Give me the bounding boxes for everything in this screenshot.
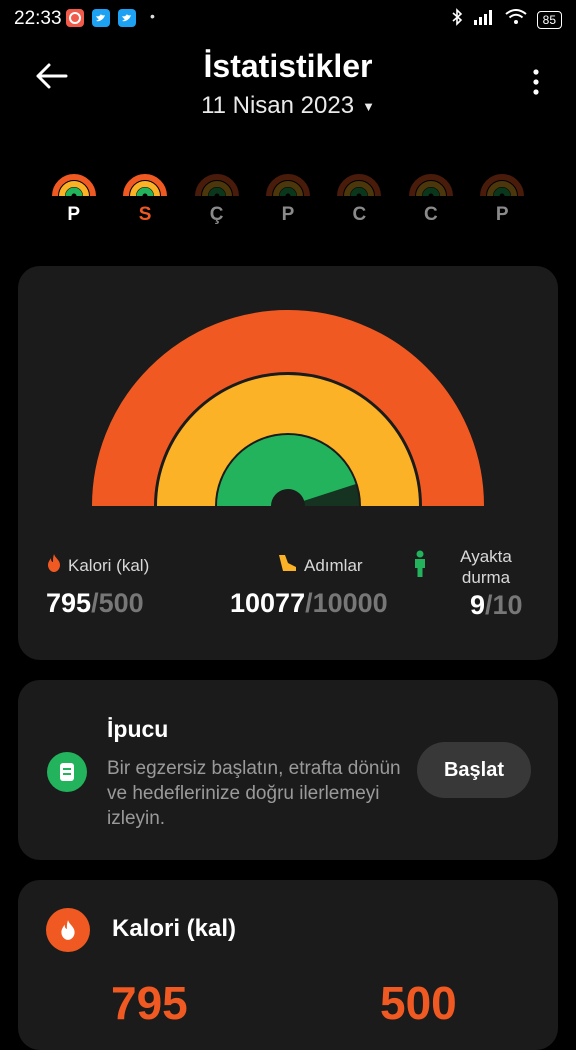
calorie-card-value: 795 — [111, 977, 188, 1029]
twitter-notification-icon — [92, 9, 110, 27]
standing-person-icon — [412, 550, 428, 583]
document-icon — [47, 752, 87, 792]
flame-icon — [46, 908, 90, 952]
steps-target: /10000 — [305, 588, 388, 618]
mini-rings-icon — [337, 174, 382, 196]
twitter-notification-icon-2 — [118, 9, 136, 27]
shoe-icon — [276, 553, 298, 578]
calories-stat: Kalori (kal) 795/500 — [46, 553, 149, 619]
start-button[interactable]: Başlat — [417, 742, 531, 798]
standing-label: Ayakta durma — [460, 547, 512, 587]
calorie-detail-card[interactable]: Kalori (kal) 795 500 — [18, 880, 558, 1050]
mini-rings-icon — [51, 174, 96, 196]
more-notifications-dot: • — [150, 8, 155, 24]
dropdown-caret-icon: ▼ — [362, 99, 375, 115]
calorie-card-target: 500 — [380, 977, 457, 1029]
steps-stat: Adımlar 10077/10000 — [230, 553, 388, 619]
tip-title: İpucu — [107, 716, 169, 742]
day-item[interactable]: P — [467, 168, 538, 226]
steps-value: 10077 — [230, 588, 306, 618]
status-bar: 22:33 • 85 — [0, 0, 576, 36]
mini-rings-icon — [194, 174, 239, 196]
more-options-icon[interactable] — [530, 68, 542, 96]
day-item[interactable]: Ç — [181, 168, 252, 226]
calorie-card-title: Kalori (kal) — [112, 915, 237, 942]
date-label: 11 Nisan 2023 — [201, 92, 355, 119]
page-title: İstatistikler — [203, 48, 373, 84]
battery-indicator: 85 — [536, 10, 562, 29]
day-label: S — [138, 204, 152, 225]
app-notification-icon — [66, 9, 84, 27]
mini-rings-icon — [480, 174, 525, 196]
mini-rings-icon — [123, 174, 168, 196]
calories-value: 795 — [46, 588, 92, 618]
day-item[interactable]: S — [109, 168, 180, 226]
status-time: 22:33 — [14, 8, 62, 29]
day-label: C — [423, 204, 438, 225]
app-bar: İstatistikler 11 Nisan 2023 ▼ — [0, 40, 576, 130]
day-item[interactable]: C — [324, 168, 395, 226]
tip-text: Bir egzersiz başlatın, etrafta dönün ve … — [107, 758, 401, 829]
calories-target: /500 — [91, 588, 144, 618]
activity-rings-chart — [92, 310, 484, 508]
week-selector: P S Ç P C C P — [38, 168, 538, 226]
day-label: P — [67, 204, 81, 225]
day-label: C — [352, 204, 367, 225]
date-selector[interactable]: 11 Nisan 2023 ▼ — [0, 92, 576, 120]
day-label: P — [495, 204, 509, 225]
flame-icon — [46, 553, 62, 578]
mini-rings-icon — [408, 174, 453, 196]
day-label: Ç — [209, 204, 224, 225]
calories-label: Kalori (kal) — [68, 555, 150, 575]
mini-rings-icon — [265, 174, 310, 196]
steps-label: Adımlar — [304, 555, 363, 575]
standing-value: 9 — [470, 590, 486, 620]
wifi-icon — [505, 9, 527, 30]
day-item[interactable]: P — [252, 168, 323, 226]
day-label: P — [281, 204, 295, 225]
signal-icon — [473, 9, 495, 30]
standing-target: /10 — [485, 590, 523, 620]
bluetooth-icon — [451, 8, 463, 31]
day-item[interactable]: C — [395, 168, 466, 226]
day-item[interactable]: P — [38, 168, 109, 226]
tip-card: İpucu Bir egzersiz başlatın, etrafta dön… — [18, 680, 558, 860]
activity-summary-card[interactable]: Kalori (kal) 795/500 Adımlar 10077/10000… — [18, 266, 558, 660]
